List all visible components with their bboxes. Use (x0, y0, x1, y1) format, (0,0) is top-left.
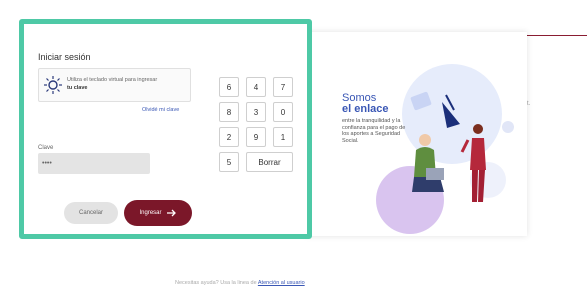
hint-text-normal: Utiliza el teclado virtual para ingresar (67, 77, 158, 83)
hint-text-bold: tu clave (67, 85, 88, 91)
keypad-key[interactable]: 9 (246, 127, 266, 147)
clave-label: Clave (38, 145, 54, 151)
footer-text: Necesitas ayuda? Usa la linea de (175, 280, 257, 286)
cancel-button[interactable]: Cancelar (64, 202, 118, 224)
arrow-right-icon (166, 209, 176, 217)
footer-link[interactable]: Atención al usuario (258, 280, 305, 286)
keypad-key[interactable]: 1 (273, 127, 293, 147)
promo-description: entre la tranquilidad y la confianza par… (342, 118, 406, 144)
ingresar-label: Ingresar (139, 210, 162, 216)
keypad-delete-key[interactable]: Borrar (246, 152, 293, 172)
sun-icon (44, 76, 62, 94)
hint-text: Utiliza el teclado virtual para ingresar… (67, 76, 187, 92)
virtual-keyboard-hint: Utiliza el teclado virtual para ingresar… (38, 68, 191, 102)
login-title: Iniciar sesión (38, 52, 91, 62)
ingresar-button[interactable]: Ingresar (124, 200, 192, 226)
clave-field[interactable] (38, 153, 150, 174)
keypad-key[interactable]: 6 (219, 77, 239, 97)
keypad-key[interactable]: 8 (219, 102, 239, 122)
login-card: Iniciar sesión Utiliza el teclado virtua… (19, 19, 312, 239)
footer-help: Necesitas ayuda? Usa la linea de Atenció… (175, 280, 305, 286)
promo-panel: Somos el enlace entre la tranquilidad y … (312, 32, 526, 236)
keypad-key[interactable]: 5 (219, 152, 239, 172)
top-accent-line (526, 35, 587, 36)
keypad-key[interactable]: 2 (219, 127, 239, 147)
forgot-password-link[interactable]: Olvidé mi clave (142, 107, 179, 113)
keypad-key[interactable]: 0 (273, 102, 293, 122)
keypad-key[interactable]: 7 (273, 77, 293, 97)
keypad-key[interactable]: 3 (246, 102, 266, 122)
keypad-key[interactable]: 4 (246, 77, 266, 97)
background-text: t. (527, 101, 531, 107)
promo-title-line2: el enlace (342, 103, 389, 115)
